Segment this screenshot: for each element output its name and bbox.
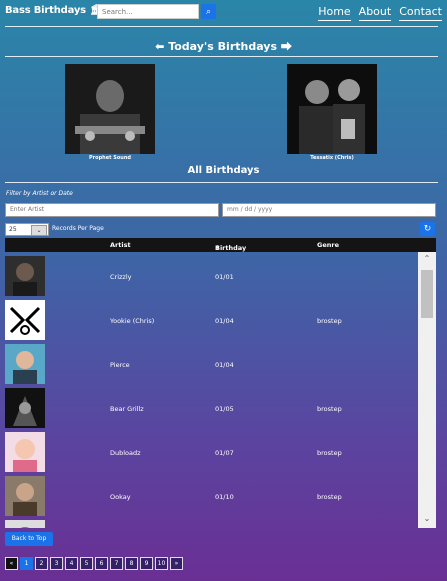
artist-thumbnail[interactable] — [5, 300, 45, 340]
pager-prev[interactable]: « — [5, 557, 18, 570]
nav-about[interactable]: About — [358, 5, 392, 21]
back-to-top-button[interactable]: Back to Top — [5, 532, 53, 546]
refresh-button[interactable]: ↻ — [420, 222, 435, 236]
pager-page[interactable]: 8 — [125, 557, 138, 570]
artist-name: Ookay — [110, 493, 131, 501]
records-per-page-value: 25 — [9, 226, 17, 233]
arrow-right-icon[interactable]: ⮕ — [281, 40, 292, 53]
artist-genre: brostep — [317, 449, 342, 457]
featured-artist-image[interactable] — [65, 64, 155, 154]
artist-name: Yookie (Chris) — [110, 317, 155, 325]
artist-thumbnail[interactable] — [5, 388, 45, 428]
column-genre[interactable]: Genre — [317, 241, 339, 249]
artist-thumbnail[interactable] — [5, 476, 45, 516]
artist-filter-input[interactable]: Enter Artist — [5, 203, 219, 217]
artist-thumbnail[interactable] — [5, 520, 45, 528]
artist-name: Bear Grillz — [110, 405, 144, 413]
featured-artist-image[interactable] — [287, 64, 377, 154]
artist-birthday: 01/04 — [215, 361, 234, 369]
pager-page[interactable]: 3 — [50, 557, 63, 570]
table-row[interactable]: Pierce 01/04 — [5, 340, 418, 384]
artist-thumbnail[interactable] — [5, 344, 45, 384]
date-filter-input[interactable]: mm / dd / yyyy — [222, 203, 436, 217]
featured-artist-name[interactable]: Tessatix (Chris) — [272, 155, 392, 161]
pager-page[interactable]: 1 — [20, 557, 33, 570]
pager-page[interactable]: 5 — [80, 557, 93, 570]
artist-genre: brostep — [317, 405, 342, 413]
table-row[interactable] — [5, 516, 418, 528]
records-per-page-select[interactable]: 25 ⌄ — [5, 223, 49, 236]
scroll-thumb[interactable] — [421, 270, 433, 318]
artist-genre: brostep — [317, 493, 342, 501]
top-navbar: Bass Birthdays 🏛 ⌕ Home About Contact — [0, 0, 447, 26]
artist-birthday: 01/07 — [215, 449, 234, 457]
brand[interactable]: Bass Birthdays 🏛 — [5, 5, 103, 16]
artist-thumbnail[interactable] — [5, 432, 45, 472]
pager-page[interactable]: 7 — [110, 557, 123, 570]
search-input[interactable] — [97, 4, 199, 19]
nav-contact[interactable]: Contact — [399, 5, 442, 21]
artist-birthday: 01/05 — [215, 405, 234, 413]
scroll-down-icon[interactable]: ⌄ — [418, 514, 436, 526]
table-row[interactable]: Bear Grillz 01/05 brostep — [5, 384, 418, 428]
arrow-left-icon[interactable]: ⬅ — [155, 40, 164, 53]
pager-page[interactable]: 2 — [35, 557, 48, 570]
pager-page[interactable]: 6 — [95, 557, 108, 570]
table-row[interactable]: Yookie (Chris) 01/04 brostep — [5, 296, 418, 340]
brand-name[interactable]: Bass Birthdays — [5, 5, 86, 16]
section-divider — [5, 56, 438, 57]
nav-home[interactable]: Home — [318, 5, 351, 21]
artist-birthday: 01/01 — [215, 273, 234, 281]
artist-name: Dubloadz — [110, 449, 141, 457]
header-divider — [5, 26, 438, 27]
artist-birthday: 01/10 — [215, 493, 234, 501]
pager-page[interactable]: 9 — [140, 557, 153, 570]
table-row[interactable]: Dubloadz 01/07 brostep — [5, 428, 418, 472]
chevron-down-icon: ⌄ — [31, 225, 47, 236]
artist-genre: brostep — [317, 317, 342, 325]
pagination: « 1 2 3 4 5 6 7 8 9 10 » — [5, 557, 183, 570]
search-icon: ⌕ — [205, 6, 212, 17]
table-row[interactable]: Ookay 01/10 brostep — [5, 472, 418, 516]
records-per-page-label: Records Per Page — [52, 225, 104, 232]
scroll-up-icon[interactable]: ⌃ — [418, 254, 436, 266]
artist-name: Crizzly — [110, 273, 132, 281]
artist-thumbnail[interactable] — [5, 256, 45, 296]
artist-name: Pierce — [110, 361, 130, 369]
pager-page[interactable]: 4 — [65, 557, 78, 570]
table-row[interactable]: Crizzly 01/01 — [5, 252, 418, 296]
todays-birthdays-title: Today's Birthdays — [168, 40, 278, 53]
filter-label: Filter by Artist or Date — [6, 190, 73, 197]
column-artist[interactable]: Artist — [110, 241, 131, 249]
refresh-icon: ↻ — [423, 224, 432, 234]
all-birthdays-title: All Birthdays — [187, 165, 260, 176]
main-nav: Home About Contact — [318, 5, 442, 21]
pager-page[interactable]: 10 — [155, 557, 168, 570]
pager-next[interactable]: » — [170, 557, 183, 570]
search-button[interactable]: ⌕ — [201, 4, 216, 19]
sort-up-icon: ↑ — [215, 244, 221, 252]
featured-artist-name[interactable]: Prophet Sound — [50, 155, 170, 161]
table-scrollbar[interactable]: ⌃ ⌄ — [418, 252, 436, 528]
artist-birthday: 01/04 — [215, 317, 234, 325]
birthday-table-body[interactable]: Crizzly 01/01 Yookie (Chris) 01/04 brost… — [5, 252, 418, 528]
section-divider — [5, 182, 438, 183]
todays-birthdays-heading: ⬅ Today's Birthdays ⮕ — [0, 38, 447, 54]
table-header: Artist Birthday ↑ Genre — [5, 238, 436, 252]
